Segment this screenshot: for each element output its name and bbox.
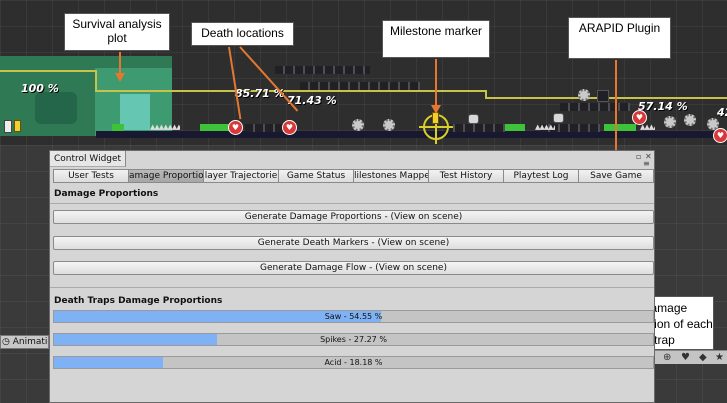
generate-death-markers-button[interactable]: Generate Death Markers - (View on scene) (53, 236, 654, 250)
saw-trap (578, 89, 590, 101)
clock-icon: ◷ (2, 337, 10, 347)
callout-survival: Survival analysis plot (64, 13, 170, 51)
death-marker-heart-icon[interactable]: ♥ (228, 120, 243, 135)
enemy-sprite (553, 113, 564, 123)
trap-bar-acid: Acid - 18.18 % (53, 356, 654, 369)
survival-line (95, 90, 485, 92)
lock-icon[interactable]: ⊕ (663, 352, 671, 363)
tag-icon[interactable]: ◆ (699, 352, 707, 363)
scenery-tower (120, 94, 150, 130)
saw-trap (664, 116, 676, 128)
survival-percent-label: 42 (717, 106, 727, 119)
floor-blocks (245, 124, 285, 132)
spike-trap: ▲▲▲▲▲▲ (535, 124, 555, 131)
tab-game-status[interactable]: Game Status (278, 169, 354, 183)
callout-death: Death locations (191, 22, 294, 46)
generate-damage-proportions-button[interactable]: Generate Damage Proportions - (View on s… (53, 210, 654, 224)
tab-playtest-log[interactable]: Playtest Log (503, 169, 579, 183)
callout-arrow-head (431, 105, 441, 114)
control-widget-window[interactable]: Control Widget ▫ ✕ ≡ User Tests amage Pr… (49, 150, 655, 403)
survival-percent-label: 57.14 % (638, 100, 688, 113)
spike-trap: ▲▲▲▲ (640, 124, 655, 131)
floor-blocks (445, 124, 505, 132)
toolbar-strip: ⊕ ♥ ◆ ★ (655, 350, 727, 364)
tab-damage-proportions[interactable]: amage Proportio (128, 169, 204, 183)
divider (50, 287, 654, 288)
platform-blocks (275, 66, 370, 74)
acid-pool (604, 124, 636, 131)
tab-test-history[interactable]: Test History (428, 169, 504, 183)
saw-trap (352, 119, 364, 131)
saw-trap (383, 119, 395, 131)
acid-pool (112, 124, 124, 131)
level-floor (96, 131, 727, 138)
heart-icon[interactable]: ♥ (681, 352, 690, 363)
survival-line (485, 90, 487, 97)
callout-milestone: Milestone marker (382, 20, 490, 58)
survival-percent-label: 100 % (21, 82, 59, 95)
maximize-icon[interactable]: ▫ (636, 152, 641, 161)
star-icon[interactable]: ★ (715, 352, 724, 363)
tab-user-tests[interactable]: User Tests (53, 169, 129, 183)
callout-arrow-head (115, 73, 125, 82)
enemy-sprite (468, 114, 479, 124)
survival-plot-area (0, 56, 172, 136)
trap-bar-label: Spikes - 27.27 % (320, 335, 387, 344)
survival-line (0, 70, 95, 72)
death-marker-heart-icon[interactable]: ♥ (713, 128, 727, 143)
trap-bar-saw: Saw - 54.55 % (53, 310, 654, 323)
animation-tab[interactable]: ◷ Animation (0, 335, 49, 349)
platform-blocks (560, 103, 630, 111)
acid-pool (505, 124, 525, 131)
generate-damage-flow-button[interactable]: Generate Damage Flow - (View on scene) (53, 261, 654, 275)
trap-bar-label: Saw - 54.55 % (324, 312, 383, 321)
traps-section-title: Death Traps Damage Proportions (54, 296, 223, 306)
tab-milestones-mapper[interactable]: lilestones Mappe (353, 169, 429, 183)
scenery-rock (35, 92, 77, 124)
trap-bar-spikes: Spikes - 27.27 % (53, 333, 654, 346)
platform-blocks (300, 82, 420, 90)
section-title: Damage Proportions (54, 189, 159, 199)
crate-block (597, 90, 609, 102)
player-sprite (4, 120, 12, 133)
tab-player-trajectories[interactable]: layer Trajectorie (203, 169, 279, 183)
callout-arapid: ARAPID Plugin (568, 17, 671, 59)
trap-bar-label: Acid - 18.18 % (324, 358, 383, 367)
divider (50, 203, 654, 204)
callout-arrow (435, 59, 437, 108)
spike-trap: ▲▲▲▲▲▲▲▲ (150, 124, 180, 131)
survival-line (95, 70, 97, 90)
saw-trap (684, 114, 696, 126)
menu-icon[interactable]: ≡ (643, 159, 650, 168)
death-marker-heart-icon[interactable]: ♥ (282, 120, 297, 135)
control-widget-title-tab[interactable]: Control Widget (50, 151, 127, 167)
player-start-icon (14, 120, 21, 132)
death-marker-heart-icon[interactable]: ♥ (632, 110, 647, 125)
tab-save-game[interactable]: Save Game (578, 169, 654, 183)
widget-tabbar: User Tests amage Proportio layer Traject… (53, 169, 654, 183)
